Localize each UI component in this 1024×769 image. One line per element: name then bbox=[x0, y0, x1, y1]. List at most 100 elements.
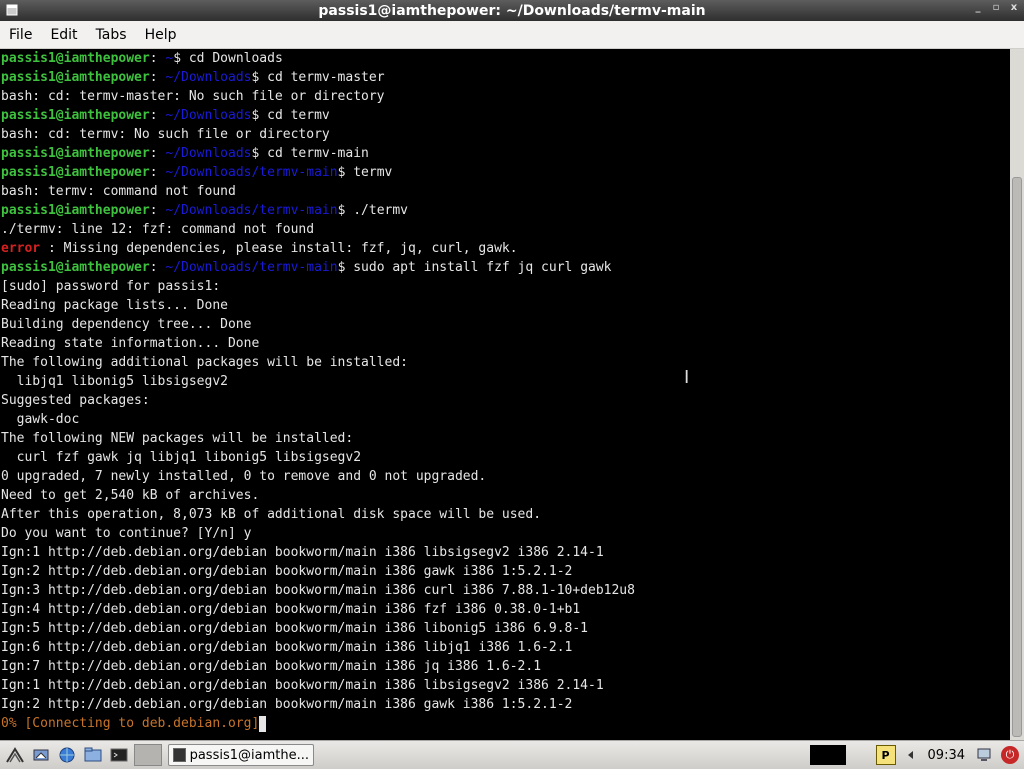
output-text: Need to get 2,540 kB of archives. bbox=[1, 488, 260, 503]
terminal-line: The following NEW packages will be insta… bbox=[0, 429, 1010, 448]
output-text: ./termv: line 12: fzf: command not found bbox=[1, 222, 315, 237]
window-titlebar[interactable]: passis1@iamthepower: ~/Downloads/termv-m… bbox=[0, 0, 1024, 21]
terminal-line: passis1@iamthepower: ~/Downloads/termv-m… bbox=[0, 201, 1010, 220]
terminal-line: Do you want to continue? [Y/n] y bbox=[0, 524, 1010, 543]
output-text: Ign:3 http://deb.debian.org/debian bookw… bbox=[1, 583, 635, 598]
prompt-host: passis1@iamthepower bbox=[1, 70, 150, 85]
terminal-line: passis1@iamthepower: ~/Downloads$ cd ter… bbox=[0, 144, 1010, 163]
tray-black-area bbox=[809, 745, 846, 765]
prompt-host: passis1@iamthepower bbox=[1, 108, 150, 123]
prompt-host: passis1@iamthepower bbox=[1, 165, 150, 180]
output-text: 0 upgraded, 7 newly installed, 0 to remo… bbox=[1, 469, 487, 484]
terminal-scrollbar[interactable] bbox=[1010, 49, 1024, 740]
terminal-line: bash: cd: termv: No such file or directo… bbox=[0, 125, 1010, 144]
menu-tabs[interactable]: Tabs bbox=[87, 27, 136, 43]
terminal-line: libjq1 libonig5 libsigsegv2 bbox=[0, 372, 1010, 391]
terminal-line: bash: termv: command not found bbox=[0, 182, 1010, 201]
prompt-path: ~/Downloads bbox=[165, 70, 252, 85]
terminal-line: Building dependency tree... Done bbox=[0, 315, 1010, 334]
output-text: Ign:2 http://deb.debian.org/debian bookw… bbox=[1, 697, 573, 712]
prompt-separator: : bbox=[149, 165, 166, 180]
desktop-pager-icon[interactable] bbox=[134, 744, 162, 766]
error-message: : Missing dependencies, please install: … bbox=[40, 241, 518, 256]
terminal-line: 0 upgraded, 7 newly installed, 0 to remo… bbox=[0, 467, 1010, 486]
task-terminal-label: passis1@iamthe... bbox=[189, 747, 309, 763]
prompt-separator: : bbox=[149, 260, 166, 275]
terminal-line: Ign:1 http://deb.debian.org/debian bookw… bbox=[0, 543, 1010, 562]
terminal-line: After this operation, 8,073 kB of additi… bbox=[0, 505, 1010, 524]
menu-edit[interactable]: Edit bbox=[41, 27, 86, 43]
terminal-line: Need to get 2,540 kB of archives. bbox=[0, 486, 1010, 505]
prompt-host: passis1@iamthepower bbox=[1, 146, 150, 161]
prompt-path: ~/Downloads bbox=[165, 146, 252, 161]
power-icon[interactable]: ⏻ bbox=[1001, 746, 1019, 764]
terminal-line: Reading package lists... Done bbox=[0, 296, 1010, 315]
text-cursor-icon: I bbox=[684, 367, 690, 388]
terminal-line: Ign:5 http://deb.debian.org/debian bookw… bbox=[0, 619, 1010, 638]
close-button[interactable]: x bbox=[1008, 2, 1020, 13]
prompt-separator: : bbox=[149, 70, 166, 85]
prompt-separator: : bbox=[149, 203, 166, 218]
arrow-icon[interactable] bbox=[902, 746, 920, 764]
prompt-path: ~/Downloads/termv-main bbox=[165, 203, 338, 218]
network-icon[interactable] bbox=[975, 746, 993, 764]
prompt-command: $ cd termv-main bbox=[251, 146, 369, 161]
apt-progress: 0% [Connecting to deb.debian.org] bbox=[1, 716, 260, 731]
menu-file[interactable]: File bbox=[0, 27, 41, 43]
output-text: Ign:1 http://deb.debian.org/debian bookw… bbox=[1, 678, 604, 693]
prompt-command: $ ./termv bbox=[337, 203, 409, 218]
terminal-line: Reading state information... Done bbox=[0, 334, 1010, 353]
prompt-host: passis1@iamthepower bbox=[1, 203, 150, 218]
output-text: After this operation, 8,073 kB of additi… bbox=[1, 507, 542, 522]
terminal-line: curl fzf gawk jq libjq1 libonig5 libsigs… bbox=[0, 448, 1010, 467]
terminal-line: The following additional packages will b… bbox=[0, 353, 1010, 372]
task-terminal-button[interactable]: passis1@iamthe... bbox=[168, 744, 314, 766]
terminal-icon[interactable] bbox=[108, 744, 130, 766]
output-text: Building dependency tree... Done bbox=[1, 317, 252, 332]
package-updater-icon[interactable]: P bbox=[875, 745, 896, 765]
start-menu-icon[interactable] bbox=[4, 744, 26, 766]
minimize-button[interactable]: _ bbox=[972, 2, 984, 13]
prompt-separator: : bbox=[149, 51, 166, 66]
prompt-command: $ termv bbox=[337, 165, 393, 180]
file-manager-icon[interactable] bbox=[82, 744, 104, 766]
prompt-host: passis1@iamthepower bbox=[1, 260, 150, 275]
terminal-output[interactable]: passis1@iamthepower: ~$ cd Downloads pass… bbox=[0, 49, 1010, 740]
prompt-command: $ cd Downloads bbox=[173, 51, 283, 66]
output-text: libjq1 libonig5 libsigsegv2 bbox=[1, 374, 228, 389]
output-text: The following NEW packages will be insta… bbox=[1, 431, 354, 446]
prompt-command: $ sudo apt install fzf jq curl gawk bbox=[337, 260, 612, 275]
terminal-line: gawk-doc bbox=[0, 410, 1010, 429]
menubar: File Edit Tabs Help bbox=[0, 21, 1024, 49]
prompt-path: ~/Downloads/termv-main bbox=[165, 260, 338, 275]
output-text: bash: termv: command not found bbox=[1, 184, 236, 199]
error-label: error bbox=[1, 241, 41, 256]
menu-help[interactable]: Help bbox=[136, 27, 186, 43]
show-desktop-icon[interactable] bbox=[30, 744, 52, 766]
terminal-line: ./termv: line 12: fzf: command not found bbox=[0, 220, 1010, 239]
terminal-line: [sudo] password for passis1: bbox=[0, 277, 1010, 296]
terminal-line: Ign:1 http://deb.debian.org/debian bookw… bbox=[0, 676, 1010, 695]
output-text: Ign:1 http://deb.debian.org/debian bookw… bbox=[1, 545, 604, 560]
system-tray: P 09:34 ⏻ bbox=[809, 741, 1024, 769]
output-text: Ign:7 http://deb.debian.org/debian bookw… bbox=[1, 659, 542, 674]
output-text: curl fzf gawk jq libjq1 libonig5 libsigs… bbox=[1, 450, 362, 465]
terminal-line: Ign:2 http://deb.debian.org/debian bookw… bbox=[0, 695, 1010, 714]
task-terminal-icon bbox=[173, 748, 186, 762]
output-text: gawk-doc bbox=[1, 412, 80, 427]
maximize-button[interactable]: ▫ bbox=[990, 2, 1002, 13]
output-text: Suggested packages: bbox=[1, 393, 150, 408]
window-menu-icon[interactable] bbox=[6, 4, 18, 16]
browser-icon[interactable] bbox=[56, 744, 78, 766]
terminal-line: Ign:3 http://deb.debian.org/debian bookw… bbox=[0, 581, 1010, 600]
terminal-line: passis1@iamthepower: ~$ cd Downloads bbox=[0, 49, 1010, 68]
scrollbar-thumb[interactable] bbox=[1012, 177, 1022, 737]
window-controls: _ ▫ x bbox=[972, 2, 1020, 13]
output-text: Ign:5 http://deb.debian.org/debian bookw… bbox=[1, 621, 588, 636]
clock[interactable]: 09:34 bbox=[928, 748, 965, 763]
output-text: Ign:2 http://deb.debian.org/debian bookw… bbox=[1, 564, 573, 579]
output-text: Reading state information... Done bbox=[1, 336, 260, 351]
prompt-command: $ cd termv bbox=[251, 108, 330, 123]
prompt-command: $ cd termv-master bbox=[251, 70, 385, 85]
terminal-line: passis1@iamthepower: ~/Downloads/termv-m… bbox=[0, 163, 1010, 182]
